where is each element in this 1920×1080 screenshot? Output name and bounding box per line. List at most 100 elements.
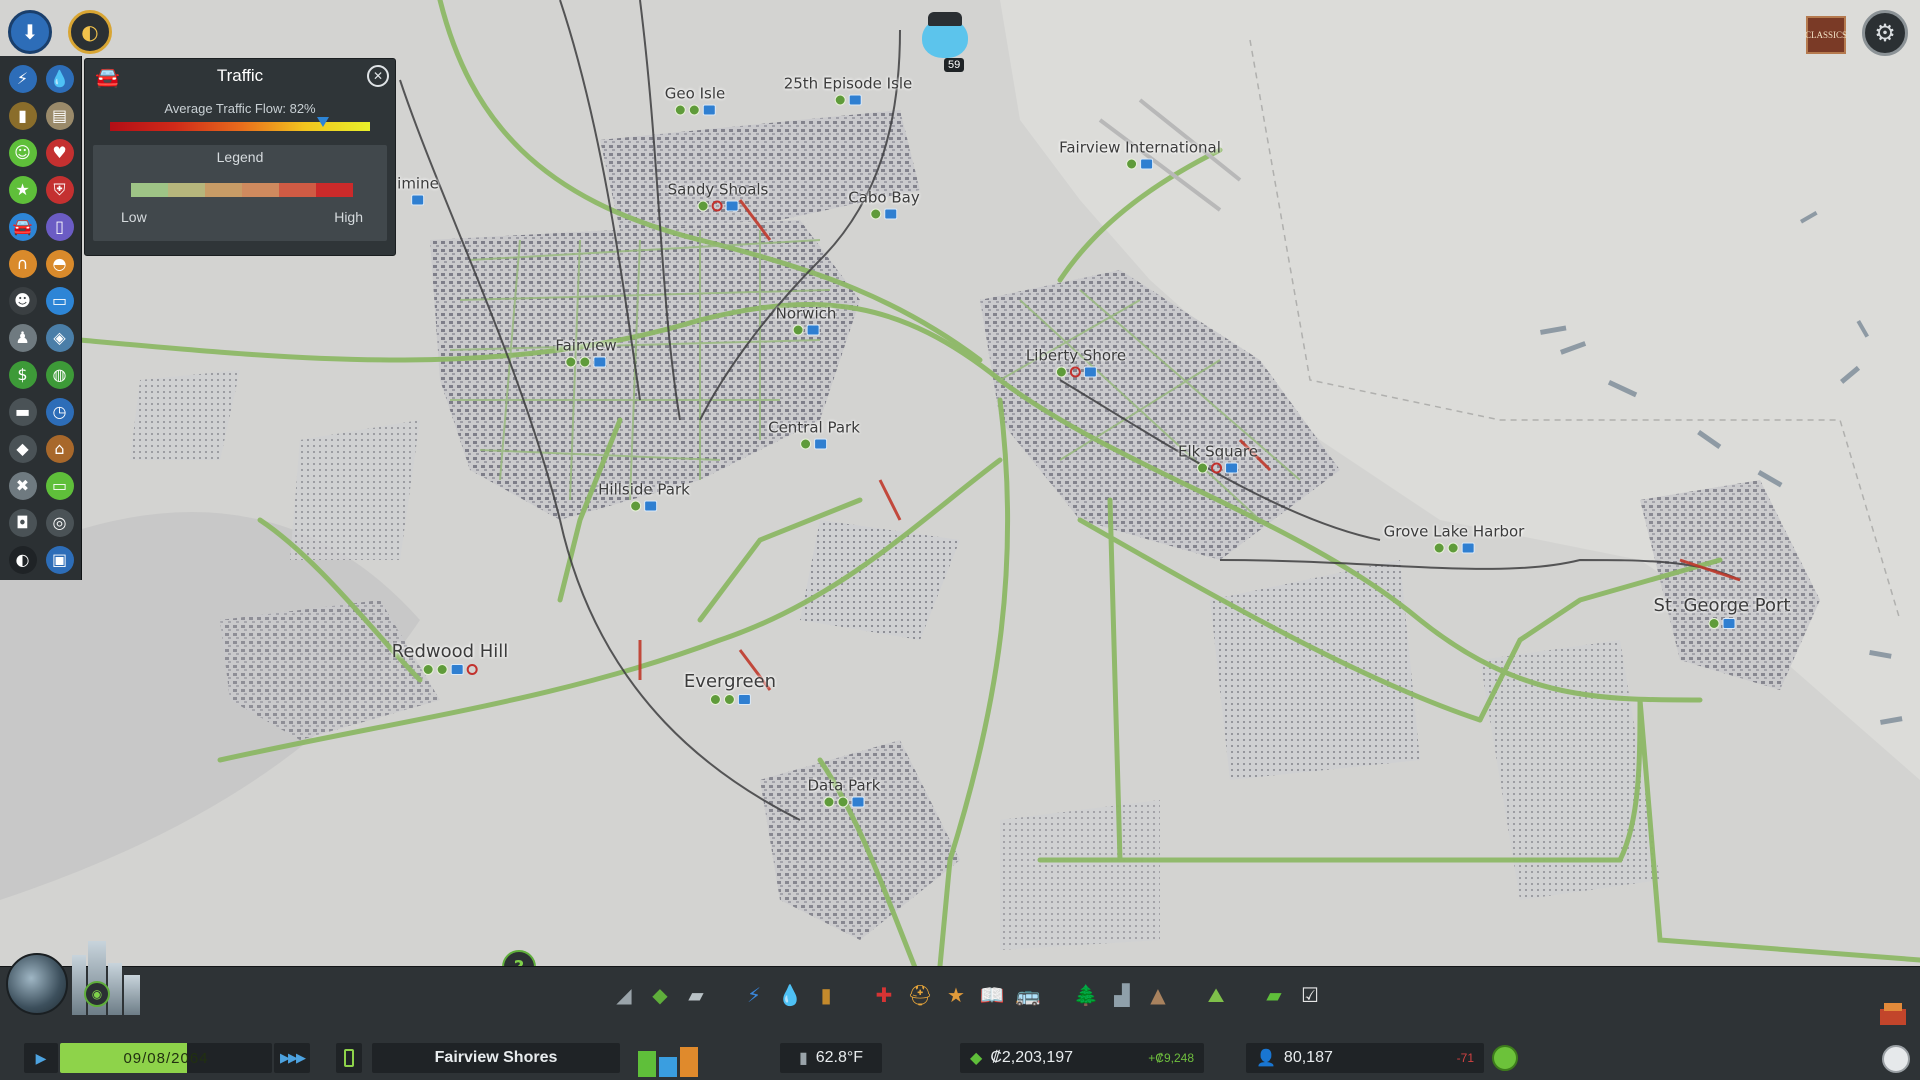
unlock-icon[interactable] [1878, 1001, 1908, 1027]
water-icon[interactable]: 💧 [772, 977, 808, 1013]
info-view-grid: ⚡ 💧 ▮ ▤ ☺ ♥ ★ ⛨ 🚘 ▯ ∩ ◓ ☻ ▭ ♟ ◈ $ ◍ ▬ ◷ ◆ ⌂ ✖ ▭ ◘ ◎ ◐ ▣ [0, 56, 81, 582]
legend-color-swatch [131, 183, 168, 197]
population-view-button[interactable]: ♟ [4, 319, 41, 356]
city-info-button[interactable] [336, 1043, 362, 1073]
zoning-view-button[interactable]: ◐ [4, 541, 41, 578]
population-delta: -71 [1456, 1051, 1474, 1065]
traffic-view-button[interactable]: 🚘 [4, 208, 41, 245]
health-view-button[interactable]: ♥ [41, 134, 78, 171]
park-icon [1055, 366, 1067, 378]
crime-view-button[interactable]: ☻ [4, 282, 41, 319]
noise-view-button[interactable]: ◘ [4, 504, 41, 541]
policy-icon [593, 356, 607, 368]
district-policy-icons [697, 200, 739, 212]
landscaping-icon[interactable]: ⛰ [1198, 977, 1234, 1013]
education-view-button[interactable]: ▤ [41, 97, 78, 134]
maintenance-view-button[interactable]: ✖ [4, 467, 41, 504]
district-label[interactable]: Liberty Shore [1026, 347, 1126, 378]
district-label[interactable]: Evergreen [684, 671, 776, 705]
happiness-view-button[interactable]: ☺ [4, 134, 41, 171]
status-row: ▶ 09/08/2064 ▶▶▶ Fairview Shores ▮ 62.8°… [0, 1043, 1920, 1077]
economy-view-button[interactable]: $ [4, 356, 41, 393]
district-name: Geo Isle [664, 84, 726, 103]
electricity-icon: ⚡ [8, 64, 37, 93]
info-views-button[interactable]: ◐ [68, 10, 112, 54]
chirper-button[interactable]: 59 [918, 8, 974, 74]
money-icon[interactable]: ▰ [1256, 977, 1292, 1013]
policies-icon[interactable]: ☑ [1292, 977, 1328, 1013]
unique-buildings-icon[interactable]: ▟ [1104, 977, 1140, 1013]
population-display[interactable]: 👤 80,187 -71 [1246, 1043, 1484, 1073]
district-label[interactable]: Fairview [555, 337, 617, 368]
exit-button[interactable] [1882, 1045, 1910, 1073]
district-label[interactable]: Central Park [768, 419, 860, 450]
radio-view-button[interactable]: ▣ [41, 541, 78, 578]
police-icon[interactable]: ★ [938, 977, 974, 1013]
public-transport-view-button[interactable]: ∩ [4, 245, 41, 282]
heating-view-button[interactable]: ◈ [41, 319, 78, 356]
district-label[interactable]: Cabo Bay [848, 189, 920, 220]
education-icon[interactable]: 📖 [974, 977, 1010, 1013]
water-view-button[interactable]: 💧 [41, 60, 78, 97]
fire-safety-view-button[interactable]: ⛨ [41, 171, 78, 208]
outside-connections-icon: ◷ [45, 397, 74, 426]
fire-hazard-view-button[interactable]: ◓ [41, 245, 78, 282]
district-name: Grove Lake Harbor [1383, 522, 1525, 541]
city-emblem[interactable]: ◉ [6, 941, 154, 1037]
money-display[interactable]: ◆ ₡2,203,197 +₡9,248 [960, 1043, 1204, 1073]
zoning-icon[interactable]: ◆ [642, 977, 678, 1013]
district-label[interactable]: Geo Isle [665, 85, 725, 116]
district-policy-icons [1197, 462, 1239, 474]
policy-icon [1225, 462, 1239, 474]
park-icon [1433, 542, 1445, 554]
monuments-icon[interactable]: ▲ [1140, 977, 1176, 1013]
pollution-view-button[interactable]: ◎ [41, 504, 78, 541]
mod-menu-button[interactable]: ⬇ [8, 10, 52, 54]
land-value-view-button[interactable]: ◍ [41, 356, 78, 393]
policy-icon [884, 208, 898, 220]
garbage-view-button[interactable]: ▮ [4, 97, 41, 134]
outside-connections-view-button[interactable]: ◷ [41, 393, 78, 430]
electricity-view-button[interactable]: ⚡ [4, 60, 41, 97]
wind-view-button[interactable]: ▯ [41, 208, 78, 245]
district-label[interactable]: Norwich [776, 305, 836, 336]
tourism-view-button[interactable]: ⌂ [41, 430, 78, 467]
roads-icon[interactable]: ◢ [606, 977, 642, 1013]
build-menu: ◢ ◆ ▰ ⚡ 💧 ▮ ✚ ⛑ ★ 📖 🚌 🌲 ▟ ▲ ⛰ ▰ ☑ [606, 977, 1328, 1013]
district-label[interactable]: Fairview International [1059, 139, 1221, 170]
close-icon[interactable]: ✕ [367, 65, 389, 87]
garbage-icon[interactable]: ▮ [808, 977, 844, 1013]
healthcare-icon[interactable]: ✚ [866, 977, 902, 1013]
district-name: Sandy Shoals [667, 180, 769, 199]
fire-department-icon[interactable]: ⛑ [902, 977, 938, 1013]
play-button[interactable]: ▶ [24, 1043, 58, 1073]
attractiveness-view-button[interactable]: ★ [4, 171, 41, 208]
road-traffic-view-button[interactable]: ▭ [41, 467, 78, 504]
classics-button[interactable]: CLASSICS [1805, 16, 1847, 54]
district-label[interactable]: Elk Square [1178, 443, 1258, 474]
natural-resources-view-button[interactable]: ◆ [4, 430, 41, 467]
district-label[interactable]: Data Park [807, 777, 881, 808]
district-label[interactable]: 25th Episode Isle [784, 75, 912, 106]
policy-icon [737, 694, 751, 705]
city-name[interactable]: Fairview Shores [372, 1043, 620, 1073]
happiness-icon[interactable] [1492, 1045, 1518, 1071]
district-label[interactable]: Hillside Park [598, 481, 690, 512]
districts-icon[interactable]: ▰ [678, 977, 714, 1013]
transport-view-button[interactable]: ▭ [41, 282, 78, 319]
district-label[interactable]: Redwood Hill [392, 641, 508, 675]
parks-icon[interactable]: 🌲 [1068, 977, 1104, 1013]
electricity-icon[interactable]: ⚡ [736, 977, 772, 1013]
district-label[interactable]: Sandy Shoals [667, 180, 769, 212]
districts-view-button[interactable]: ▬ [4, 393, 41, 430]
district-name: St. George Port [1653, 595, 1791, 616]
speed-button[interactable]: ▶▶▶ [274, 1043, 310, 1073]
settings-button[interactable]: ⚙ [1862, 10, 1908, 56]
public-transport-icon[interactable]: 🚌 [1010, 977, 1046, 1013]
policy-icon [1083, 366, 1097, 378]
district-label[interactable]: St. George Port [1653, 595, 1791, 629]
panel-header[interactable]: 🚘 Traffic ✕ [85, 59, 395, 93]
district-label[interactable]: imine [397, 175, 439, 206]
district-label[interactable]: Grove Lake Harbor [1383, 522, 1525, 554]
milestone-icon[interactable]: ◉ [84, 981, 110, 1007]
